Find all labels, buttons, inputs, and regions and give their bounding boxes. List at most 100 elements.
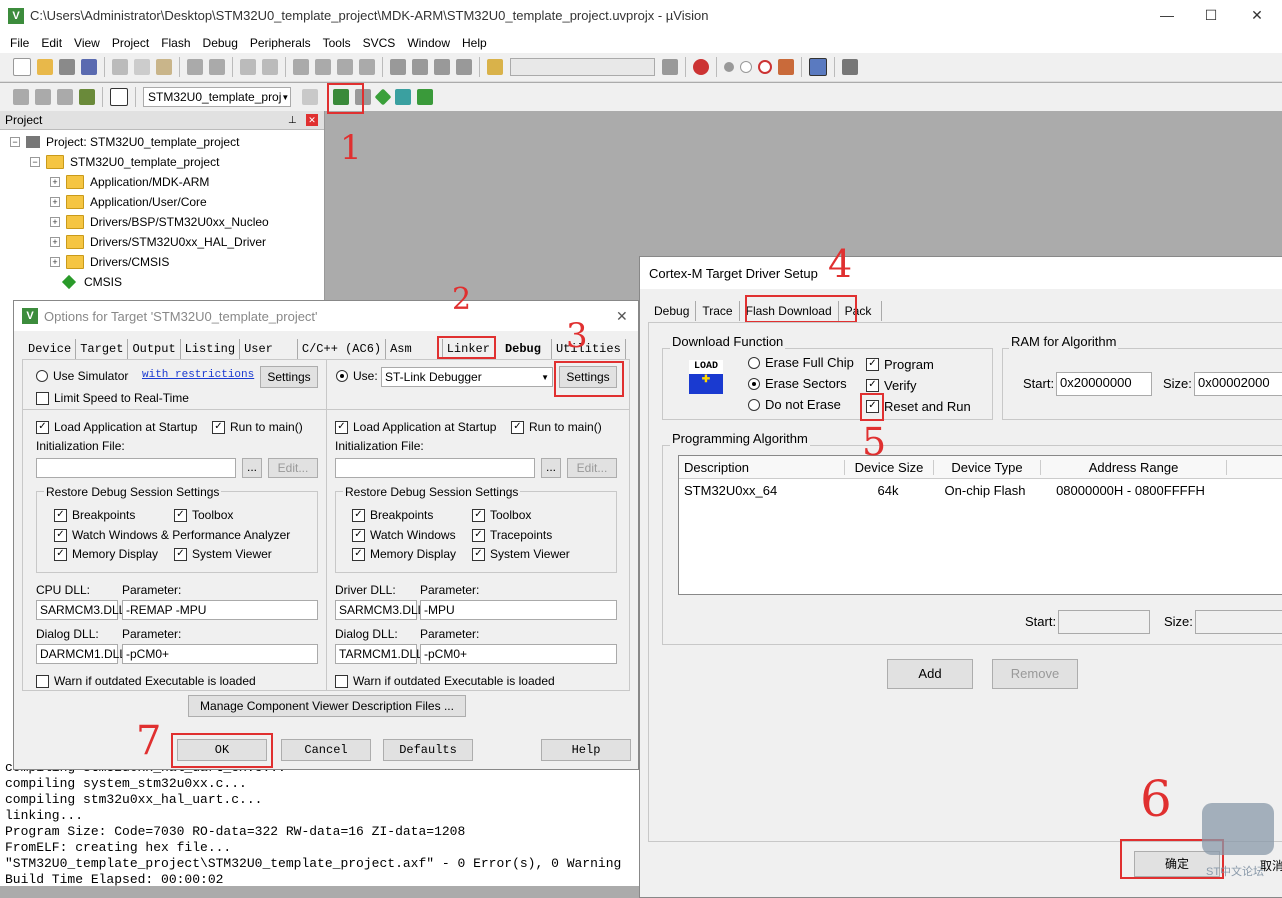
cancel-button[interactable]: Cancel: [281, 739, 371, 761]
expand-icon[interactable]: +: [50, 217, 60, 227]
menu-file[interactable]: File: [10, 36, 29, 50]
window-layout-icon[interactable]: [809, 58, 827, 76]
tree-group[interactable]: + Drivers/STM32U0xx_HAL_Driver: [50, 232, 266, 252]
tab-user[interactable]: User: [240, 339, 298, 359]
use-simulator-radio[interactable]: Use Simulator: [36, 369, 128, 383]
driver-param-input[interactable]: -MPU: [420, 600, 617, 620]
tab-debug[interactable]: Debug: [494, 339, 552, 359]
init-file-edit-button[interactable]: Edit...: [268, 458, 318, 478]
rebuild-icon[interactable]: [57, 89, 73, 105]
col-address-range[interactable]: Address Range: [1041, 459, 1227, 475]
use-debugger-radio[interactable]: Use:: [336, 369, 378, 383]
menu-flash[interactable]: Flash: [161, 36, 190, 50]
algo-size-input[interactable]: [1195, 610, 1282, 634]
run-main-checkbox[interactable]: ✓ Run to main(): [212, 420, 303, 434]
close-button[interactable]: ✕: [1234, 0, 1280, 32]
erase-full-chip-radio[interactable]: Erase Full Chip: [748, 355, 854, 370]
breakpoints-checkbox[interactable]: ✓ Breakpoints: [54, 508, 135, 522]
manage-rte-icon[interactable]: [374, 88, 392, 106]
target-select[interactable]: STM32U0_template_proj ▼: [143, 87, 291, 107]
menu-peripherals[interactable]: Peripherals: [250, 36, 311, 50]
tree-group[interactable]: + Drivers/CMSIS: [50, 252, 169, 272]
redo-icon[interactable]: [209, 59, 225, 75]
tab-trace[interactable]: Trace: [696, 301, 740, 321]
do-not-erase-radio[interactable]: Do not Erase: [748, 397, 841, 412]
pin-icon[interactable]: ⊥: [288, 115, 297, 126]
load-app-checkbox[interactable]: ✓ Load Application at Startup: [335, 420, 496, 434]
with-restrictions-link[interactable]: with restrictions: [142, 369, 254, 381]
tree-target[interactable]: − STM32U0_template_project: [30, 152, 219, 172]
limit-speed-checkbox[interactable]: Limit Speed to Real-Time: [36, 391, 189, 405]
expand-icon[interactable]: +: [50, 177, 60, 187]
breakpoint-disable-icon[interactable]: [740, 61, 752, 73]
menu-window[interactable]: Window: [407, 36, 450, 50]
toolbox-checkbox[interactable]: ✓ Toolbox: [174, 508, 233, 522]
init-file-edit-button[interactable]: Edit...: [567, 458, 617, 478]
copy-icon[interactable]: [134, 59, 150, 75]
open-file-icon[interactable]: [37, 59, 53, 75]
debugger-select[interactable]: ST-Link Debugger ▼: [381, 367, 553, 387]
col-device-size[interactable]: Device Size: [845, 459, 934, 475]
bookmark-prev-icon[interactable]: [315, 59, 331, 75]
bookmark-clear-icon[interactable]: [359, 59, 375, 75]
ram-size-input[interactable]: 0x00002000: [1194, 372, 1282, 396]
options-for-target-icon[interactable]: [302, 89, 318, 105]
tab-cpp[interactable]: C/C++ (AC6): [298, 339, 387, 359]
tracepoints-checkbox[interactable]: ✓ Tracepoints: [472, 528, 552, 542]
collapse-icon[interactable]: −: [30, 157, 40, 167]
tab-listing[interactable]: Listing: [181, 339, 241, 359]
init-file-input[interactable]: [36, 458, 236, 478]
dialog-param-input[interactable]: -pCM0+: [420, 644, 617, 664]
close-icon[interactable]: ✕: [306, 114, 318, 126]
tab-device[interactable]: Device: [24, 339, 77, 359]
find-combo[interactable]: [510, 58, 655, 76]
menu-edit[interactable]: Edit: [41, 36, 62, 50]
breakpoint-icon[interactable]: [724, 62, 734, 72]
dialog-dll-input[interactable]: DARMCM1.DLL: [36, 644, 126, 664]
menu-svcs[interactable]: SVCS: [363, 36, 396, 50]
pack-installer-icon[interactable]: [395, 89, 411, 105]
dialog-param-input[interactable]: -pCM0+: [122, 644, 318, 664]
save-icon[interactable]: [59, 59, 75, 75]
table-row[interactable]: STM32U0xx_64 64k On-chip Flash 08000000H…: [679, 479, 1282, 501]
load-app-checkbox[interactable]: ✓ Load Application at Startup: [36, 420, 197, 434]
manage-component-viewer-button[interactable]: Manage Component Viewer Description File…: [188, 695, 466, 717]
init-file-browse-button[interactable]: ...: [242, 458, 262, 478]
nav-back-icon[interactable]: [240, 59, 256, 75]
breakpoint-kill-icon[interactable]: [758, 60, 772, 74]
comment-icon[interactable]: [434, 59, 450, 75]
new-file-icon[interactable]: [13, 58, 31, 76]
close-icon[interactable]: ✕: [616, 308, 628, 325]
uncomment-icon[interactable]: [456, 59, 472, 75]
defaults-button[interactable]: Defaults: [383, 739, 473, 761]
menu-project[interactable]: Project: [112, 36, 149, 50]
download-icon[interactable]: [110, 88, 128, 106]
watch-checkbox[interactable]: ✓ Watch Windows: [352, 528, 456, 542]
minimize-button[interactable]: —: [1144, 0, 1190, 32]
tree-root[interactable]: − Project: STM32U0_template_project: [10, 132, 239, 152]
breakpoint-clear-icon[interactable]: [778, 59, 794, 75]
translate-icon[interactable]: [13, 89, 29, 105]
expand-icon[interactable]: +: [50, 257, 60, 267]
dialog-dll-input[interactable]: TARMCM1.DLL: [335, 644, 423, 664]
cut-icon[interactable]: [112, 59, 128, 75]
cpu-param-input[interactable]: -REMAP -MPU: [122, 600, 318, 620]
configure-icon[interactable]: [842, 59, 858, 75]
erase-sectors-radio[interactable]: Erase Sectors: [748, 376, 847, 391]
tab-target[interactable]: Target: [76, 339, 129, 359]
bookmark-icon[interactable]: [293, 59, 309, 75]
nav-forward-icon[interactable]: [262, 59, 278, 75]
memory-checkbox[interactable]: ✓ Memory Display: [54, 547, 158, 561]
simulator-settings-button[interactable]: Settings: [260, 366, 318, 388]
verify-checkbox[interactable]: ✓ Verify: [866, 378, 917, 393]
tab-asm[interactable]: Asm: [386, 339, 443, 359]
breakpoints-checkbox[interactable]: ✓ Breakpoints: [352, 508, 433, 522]
add-button[interactable]: Add: [887, 659, 973, 689]
tree-cmsis[interactable]: CMSIS: [61, 272, 122, 292]
program-checkbox[interactable]: ✓ Program: [866, 357, 934, 372]
remove-button[interactable]: Remove: [992, 659, 1078, 689]
tree-group[interactable]: + Drivers/BSP/STM32U0xx_Nucleo: [50, 212, 269, 232]
maximize-button[interactable]: ☐: [1188, 0, 1234, 32]
debug-start-icon[interactable]: [693, 59, 709, 75]
find-icon[interactable]: [662, 59, 678, 75]
